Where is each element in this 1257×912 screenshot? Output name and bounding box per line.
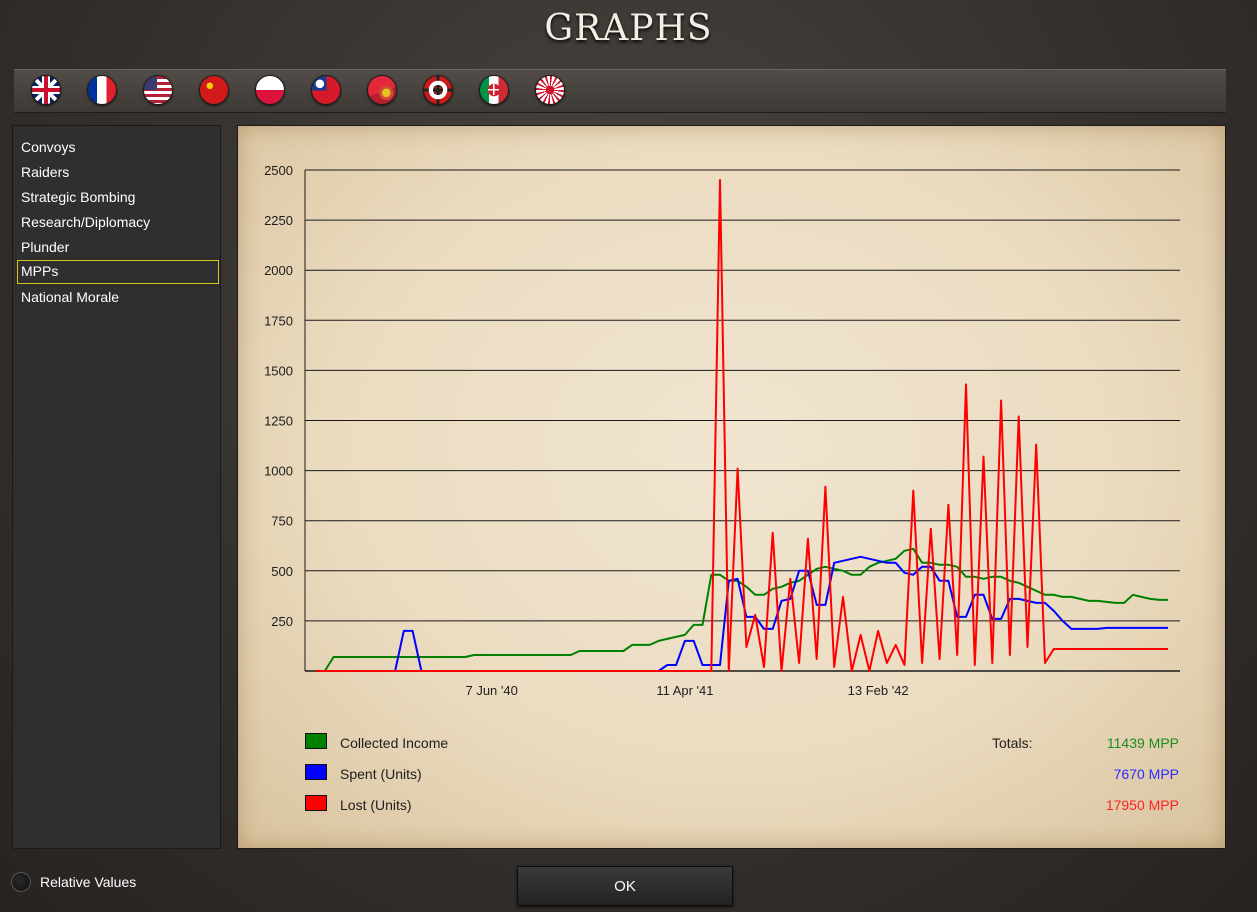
graph-category-list: Convoys Raiders Strategic Bombing Resear… xyxy=(12,125,221,849)
sidebar-item-national-morale[interactable]: National Morale xyxy=(17,286,219,310)
legend-swatch-collected-income xyxy=(305,733,327,749)
x-tick-label: 11 Apr '41 xyxy=(656,683,713,698)
y-tick-label-2250: 2250 xyxy=(264,213,293,228)
page-title: GRAPHS xyxy=(544,8,713,49)
y-tick-label-2500: 2500 xyxy=(264,163,293,178)
sidebar-item-mpps[interactable]: MPPs xyxy=(17,260,219,284)
usa-flag-icon[interactable] xyxy=(143,75,173,105)
ok-button[interactable]: OK xyxy=(517,866,733,906)
sidebar-item-research-diplomacy[interactable]: Research/Diplomacy xyxy=(17,211,219,235)
sidebar-item-convoys[interactable]: Convoys xyxy=(17,136,219,160)
x-tick-label: 13 Feb '42 xyxy=(848,683,909,698)
y-tick-label-2000: 2000 xyxy=(264,263,293,278)
legend-label-spent-units: Spent (Units) xyxy=(340,766,422,782)
y-tick-label-1750: 1750 xyxy=(264,313,293,328)
total-lost-units: 17950 MPP xyxy=(1105,797,1179,813)
sidebar-item-strategic-bombing[interactable]: Strategic Bombing xyxy=(17,186,219,210)
graph-panel: 250 500 750 1000 1250 1500 1750 2000 2250 2500 7 J… xyxy=(237,125,1226,849)
relative-values-label: Relative Values xyxy=(40,874,137,890)
poland-flag-icon[interactable] xyxy=(255,75,285,105)
x-tick-label: 7 Jun '40 xyxy=(465,683,517,698)
sidebar-item-plunder[interactable]: Plunder xyxy=(17,236,219,260)
y-tick-label-1000: 1000 xyxy=(264,464,293,479)
y-tick-label-250: 250 xyxy=(271,614,293,629)
sidebar-item-raiders[interactable]: Raiders xyxy=(17,161,219,185)
france-flag-icon[interactable] xyxy=(87,75,117,105)
y-tick-label-1500: 1500 xyxy=(264,363,293,378)
china-flag-icon[interactable] xyxy=(311,75,341,105)
legend-label-lost-units: Lost (Units) xyxy=(340,797,412,813)
y-tick-label-750: 750 xyxy=(271,514,293,529)
japan-flag-icon[interactable] xyxy=(535,75,565,105)
ussr-flag-icon[interactable] xyxy=(199,75,229,105)
fascist-flag-icon[interactable] xyxy=(367,75,397,105)
germany-flag-icon[interactable] xyxy=(423,75,453,105)
italy-flag-icon[interactable] xyxy=(479,75,509,105)
y-tick-label-1250: 1250 xyxy=(264,414,293,429)
relative-values-toggle[interactable] xyxy=(11,872,31,892)
total-spent-units: 7670 MPP xyxy=(1113,766,1179,782)
totals-label: Totals: xyxy=(992,735,1033,751)
y-tick-label-500: 500 xyxy=(271,564,293,579)
legend-swatch-lost-units xyxy=(305,795,327,811)
legend-label-collected-income: Collected Income xyxy=(340,735,449,751)
total-collected-income: 11439 MPP xyxy=(1106,735,1179,751)
uk-flag-icon[interactable] xyxy=(31,75,61,105)
legend-swatch-spent-units xyxy=(305,764,327,780)
nation-flag-bar xyxy=(14,69,1226,113)
